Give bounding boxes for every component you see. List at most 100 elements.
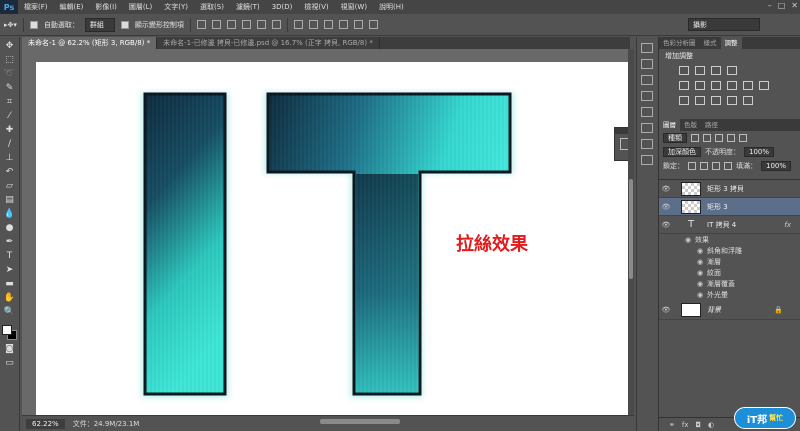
lock-image-icon[interactable]: [700, 162, 708, 170]
filter-shape-icon[interactable]: [727, 134, 735, 142]
document-size[interactable]: 文件：24.9M/23.1M: [73, 419, 140, 429]
tab-document-1[interactable]: 未命名-1 @ 62.2% (矩形 3, RGB/8) *: [22, 37, 158, 49]
menu-filter[interactable]: 濾鏡(T): [230, 2, 266, 12]
marquee-tool-icon[interactable]: ⬚: [4, 55, 16, 66]
crop-tool-icon[interactable]: ⌗: [4, 97, 16, 108]
effect-item[interactable]: ◉ 外光暈: [659, 289, 800, 300]
auto-select-dropdown[interactable]: 群組: [84, 17, 115, 32]
eye-icon[interactable]: 👁: [659, 203, 673, 211]
eye-icon[interactable]: ◉: [693, 280, 707, 288]
collapsed-panel[interactable]: [614, 127, 628, 161]
quick-mask-icon[interactable]: ◙: [4, 344, 16, 355]
fx-icon[interactable]: fx: [784, 221, 791, 229]
layer-row[interactable]: 👁 背景 🔒: [659, 300, 800, 320]
layer-row[interactable]: 👁 矩形 3 拷貝: [659, 180, 800, 198]
effect-item[interactable]: ◉ 紋面: [659, 267, 800, 278]
filter-smart-object-icon[interactable]: [739, 134, 747, 142]
tab-channels[interactable]: 色版: [680, 119, 701, 131]
levels-icon[interactable]: [695, 66, 705, 75]
align-bottom-icon[interactable]: [226, 20, 236, 29]
eye-icon[interactable]: 👁: [659, 185, 673, 193]
zoom-level[interactable]: 62.22%: [26, 418, 65, 429]
distribute-left-icon[interactable]: [338, 20, 348, 29]
brush-presets-icon[interactable]: [640, 139, 653, 149]
gradient-tool-icon[interactable]: ▤: [4, 195, 16, 206]
kind-filter-dropdown[interactable]: 種類: [663, 133, 687, 143]
paragraph-icon[interactable]: [640, 107, 653, 117]
swatches-icon[interactable]: [640, 123, 653, 133]
distribute-bottom-icon[interactable]: [323, 20, 333, 29]
properties-icon[interactable]: [640, 75, 653, 85]
scroll-thumb[interactable]: [629, 179, 633, 279]
color-swatches[interactable]: [1, 325, 18, 341]
properties-icon[interactable]: [620, 138, 628, 150]
layer-row[interactable]: 👁 T IT 拷貝 4 fx: [659, 216, 800, 234]
eye-icon[interactable]: ◉: [693, 247, 707, 255]
menu-file[interactable]: 檔案(F): [18, 2, 54, 12]
eraser-tool-icon[interactable]: ▱: [4, 181, 16, 192]
tab-adjustments[interactable]: 調整: [720, 37, 742, 49]
effects-group[interactable]: ◉ 效果: [659, 234, 800, 245]
distribute-vcenter-icon[interactable]: [308, 20, 318, 29]
menu-view[interactable]: 檢視(V): [298, 2, 334, 12]
eye-icon[interactable]: ◉: [681, 236, 695, 244]
quick-select-tool-icon[interactable]: ✎: [4, 83, 16, 94]
lock-position-icon[interactable]: [712, 162, 720, 170]
eye-icon[interactable]: ◉: [693, 269, 707, 277]
curves-icon[interactable]: [711, 66, 721, 75]
tab-document-2[interactable]: 未命名-1-已修邊 拷貝-已修邊.psd @ 16.7% (正字 拷貝, RGB…: [157, 37, 380, 49]
align-hcenter-icon[interactable]: [256, 20, 266, 29]
tab-histogram[interactable]: 色彩分析圖: [659, 37, 700, 49]
auto-select-checkbox[interactable]: [29, 20, 38, 29]
shape-tool-icon[interactable]: ▬: [4, 279, 16, 290]
menu-3d[interactable]: 3D(D): [266, 3, 299, 11]
blend-mode-dropdown[interactable]: 加深顏色: [663, 147, 701, 157]
filter-adjustment-icon[interactable]: [703, 134, 711, 142]
threshold-icon[interactable]: [711, 96, 721, 105]
exposure-icon[interactable]: [727, 66, 737, 75]
opacity-input[interactable]: 100%: [744, 147, 775, 157]
menu-edit[interactable]: 編輯(E): [54, 2, 90, 12]
tab-layers[interactable]: 圖層: [659, 119, 680, 131]
align-right-icon[interactable]: [271, 20, 281, 29]
minimize-icon[interactable]: –: [768, 1, 772, 10]
actions-icon[interactable]: [640, 59, 653, 69]
tab-paths[interactable]: 路徑: [701, 119, 722, 131]
blur-tool-icon[interactable]: 💧: [4, 209, 16, 220]
eye-icon[interactable]: 👁: [659, 221, 673, 229]
selective-color-icon[interactable]: [743, 96, 753, 105]
maximize-icon[interactable]: □: [778, 1, 786, 10]
workspace-dropdown[interactable]: 攝影: [688, 18, 760, 31]
history-icon[interactable]: [640, 43, 653, 53]
distribute-top-icon[interactable]: [293, 20, 303, 29]
lock-transparent-icon[interactable]: [688, 162, 696, 170]
add-style-icon[interactable]: fx: [682, 421, 689, 429]
photo-filter-icon[interactable]: [743, 81, 753, 90]
distribute-right-icon[interactable]: [368, 20, 378, 29]
move-tool-icon[interactable]: ✥: [4, 41, 16, 52]
hand-tool-icon[interactable]: ✋: [4, 293, 16, 304]
black-white-icon[interactable]: [727, 81, 737, 90]
pen-tool-icon[interactable]: ✒: [4, 237, 16, 248]
menu-type[interactable]: 文字(Y): [158, 2, 194, 12]
new-adjustment-icon[interactable]: ◐: [708, 421, 714, 429]
move-tool-icon[interactable]: ▸✥▾: [4, 21, 17, 29]
fill-input[interactable]: 100%: [761, 161, 792, 171]
close-icon[interactable]: ✕: [791, 1, 798, 10]
character-icon[interactable]: [640, 91, 653, 101]
eye-icon[interactable]: 👁: [659, 306, 673, 314]
filter-pixel-icon[interactable]: [691, 134, 699, 142]
distribute-hcenter-icon[interactable]: [353, 20, 363, 29]
info-icon[interactable]: [640, 155, 653, 165]
lock-all-icon[interactable]: [724, 162, 732, 170]
history-brush-tool-icon[interactable]: ↶: [4, 167, 16, 178]
menu-help[interactable]: 說明(H): [373, 2, 410, 12]
effect-item[interactable]: ◉ 漸層覆蓋: [659, 278, 800, 289]
align-top-icon[interactable]: [196, 20, 206, 29]
menu-select[interactable]: 選取(S): [194, 2, 230, 12]
layer-row-selected[interactable]: 👁 矩形 3: [659, 198, 800, 216]
brightness-contrast-icon[interactable]: [679, 66, 689, 75]
eye-icon[interactable]: ◉: [693, 291, 707, 299]
menu-layer[interactable]: 圖層(L): [123, 2, 158, 12]
eye-icon[interactable]: ◉: [693, 258, 707, 266]
